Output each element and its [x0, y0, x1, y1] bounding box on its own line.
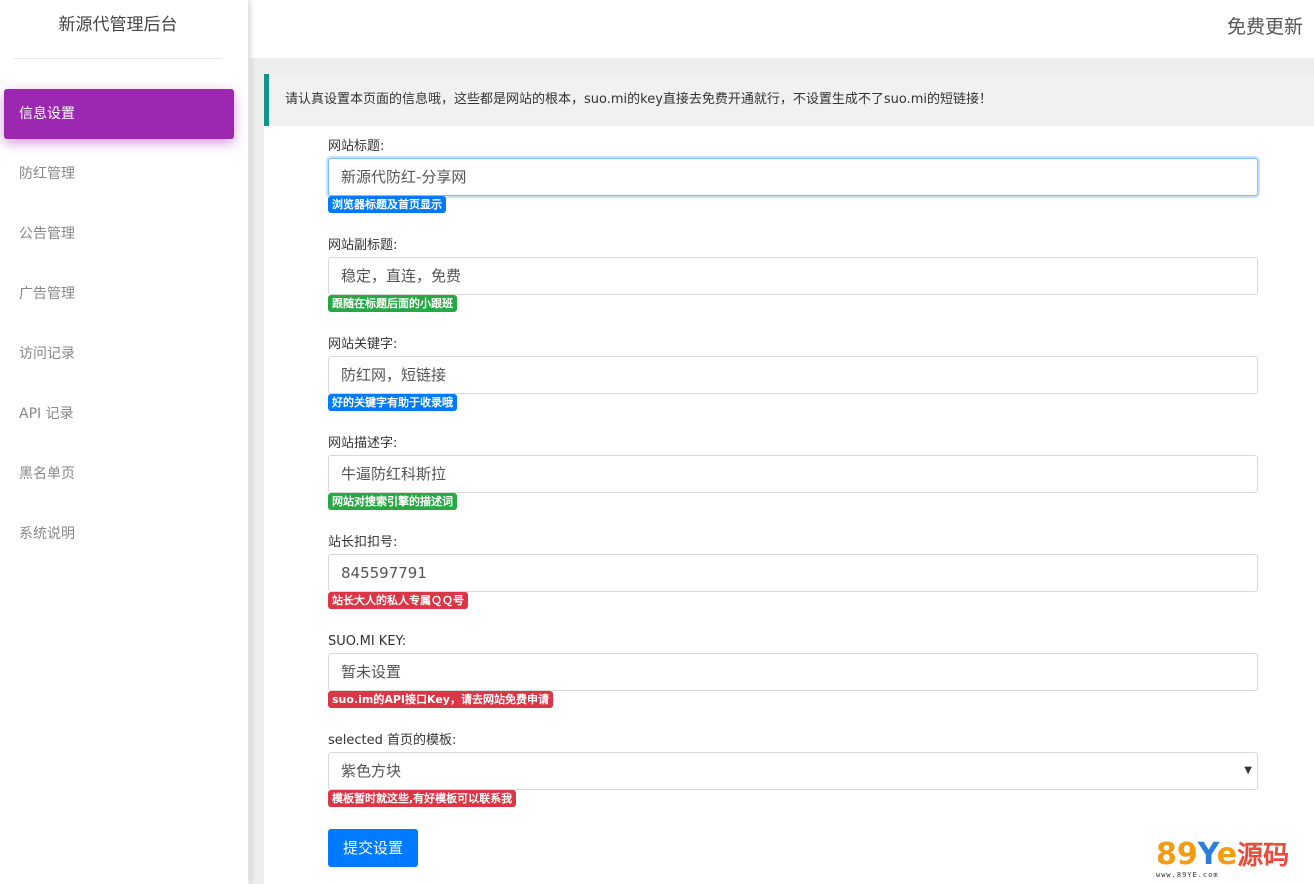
- suo-key-hint-badge: suo.im的API接口Key，请去网站免费申请: [328, 691, 553, 708]
- site-title-field: 网站标题: 新源代防红-分享网 浏览器标题及首页显示: [328, 138, 1258, 213]
- site-subtitle-field: 网站副标题: 稳定，直连，免费 跟随在标题后面的小跟班: [328, 237, 1258, 312]
- site-description-field: 网站描述字: 牛逼防红科斯拉 网站对搜索引擎的描述词: [328, 435, 1258, 510]
- template-select[interactable]: 紫色方块 ▼: [328, 752, 1258, 790]
- site-description-label: 网站描述字:: [328, 436, 398, 451]
- suo-key-field: SUO.MI KEY: 暂未设置 suo.im的API接口Key，请去网站免费申…: [328, 633, 1258, 708]
- sidebar-item-announcements[interactable]: 公告管理: [0, 204, 248, 264]
- owner-qq-field: 站长扣扣号: 845597791 站长大人的私人专属ＱＱ号: [328, 534, 1258, 609]
- site-keywords-input[interactable]: 防红网，短链接: [328, 356, 1258, 394]
- free-update-link[interactable]: 免费更新: [1227, 12, 1303, 42]
- brand-title: 新源代管理后台: [14, 0, 222, 59]
- site-description-input[interactable]: 牛逼防红科斯拉: [328, 455, 1258, 493]
- suo-key-label: SUO.MI KEY:: [328, 634, 407, 649]
- sidebar-nav: 信息设置 防红管理 公告管理 广告管理 访问记录 API 记录 黑名单页 系统说…: [0, 84, 248, 564]
- site-subtitle-input[interactable]: 稳定，直连，免费: [328, 257, 1258, 295]
- notice-banner: 请认真设置本页面的信息哦，这些都是网站的根本，suo.mi的key直接去免费开通…: [264, 74, 1314, 126]
- template-hint-badge: 模板暂时就这些,有好模板可以联系我: [328, 790, 517, 807]
- owner-qq-label: 站长扣扣号:: [328, 535, 398, 550]
- site-keywords-label: 网站关键字:: [328, 337, 398, 352]
- site-subtitle-label: 网站副标题:: [328, 238, 398, 253]
- owner-qq-input[interactable]: 845597791: [328, 554, 1258, 592]
- sidebar-item-anti-red[interactable]: 防红管理: [0, 144, 248, 204]
- suo-key-input[interactable]: 暂未设置: [328, 653, 1258, 691]
- submit-settings-button[interactable]: 提交设置: [328, 829, 418, 867]
- watermark-logo: 89Ye源码 www.89YE.com: [1156, 840, 1306, 880]
- sidebar-item-api-log[interactable]: API 记录: [0, 384, 248, 444]
- watermark-logo-part: 源码: [1237, 841, 1290, 871]
- caret-down-icon: ▼: [1244, 765, 1252, 776]
- sidebar-item-visit-log[interactable]: 访问记录: [0, 324, 248, 384]
- watermark-url: www.89YE.com: [1156, 871, 1306, 880]
- site-title-hint-badge: 浏览器标题及首页显示: [328, 196, 446, 213]
- watermark-logo-part: Y: [1197, 837, 1217, 872]
- sidebar-item-ads[interactable]: 广告管理: [0, 264, 248, 324]
- watermark-logo-part: 89: [1156, 837, 1198, 872]
- main-area: 请认真设置本页面的信息哦，这些都是网站的根本，suo.mi的key直接去免费开通…: [250, 58, 1314, 884]
- site-title-label: 网站标题:: [328, 139, 385, 154]
- template-label: selected 首页的模板:: [328, 733, 457, 748]
- sidebar: 新源代管理后台 信息设置 防红管理 公告管理 广告管理 访问记录 API 记录 …: [0, 0, 248, 884]
- settings-panel: 请认真设置本页面的信息哦，这些都是网站的根本，suo.mi的key直接去免费开通…: [264, 74, 1314, 884]
- template-field: selected 首页的模板: 紫色方块 ▼ 模板暂时就这些,有好模板可以联系我: [328, 732, 1258, 807]
- site-keywords-hint-badge: 好的关键字有助于收录哦: [328, 394, 457, 411]
- owner-qq-hint-badge: 站长大人的私人专属ＱＱ号: [328, 592, 468, 609]
- site-description-hint-badge: 网站对搜索引擎的描述词: [328, 493, 457, 510]
- sidebar-item-info-settings[interactable]: 信息设置: [4, 89, 234, 139]
- watermark-logo-part: e: [1216, 837, 1238, 872]
- site-title-input[interactable]: 新源代防红-分享网: [328, 158, 1258, 196]
- sidebar-item-blacklist[interactable]: 黑名单页: [0, 444, 248, 504]
- site-subtitle-hint-badge: 跟随在标题后面的小跟班: [328, 295, 457, 312]
- site-keywords-field: 网站关键字: 防红网，短链接 好的关键字有助于收录哦: [328, 336, 1258, 411]
- sidebar-item-system-info[interactable]: 系统说明: [0, 504, 248, 564]
- template-select-value: 紫色方块: [328, 752, 1258, 790]
